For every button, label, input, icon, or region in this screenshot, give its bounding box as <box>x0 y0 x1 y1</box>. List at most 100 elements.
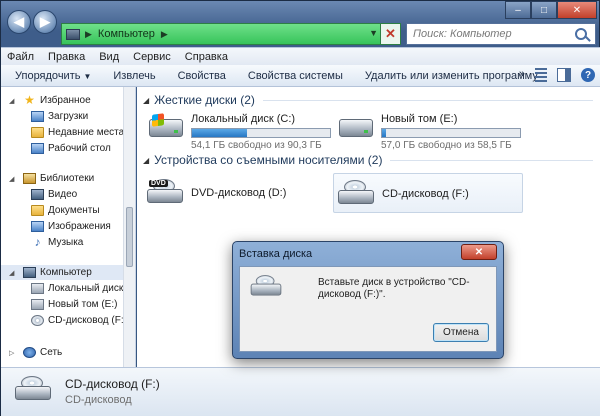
eject-button[interactable]: Извлечь <box>113 70 155 82</box>
dialog-title: Вставка диска <box>239 248 313 260</box>
capacity-bar <box>381 128 521 138</box>
expand-triangle-icon[interactable]: ◢ <box>9 269 14 277</box>
capacity-bar-fill <box>382 129 386 137</box>
navigation-bar: – □ ✕ ◀ ▶ ▶ Компьютер ▶ ▼ ✕ Поиск: Компь… <box>1 1 600 45</box>
address-stop-button[interactable]: ✕ <box>380 24 400 44</box>
sidebar-group-network[interactable]: ▷ Сеть <box>1 345 124 360</box>
drive-led <box>174 130 178 133</box>
maximize-button[interactable]: □ <box>531 1 557 19</box>
sidebar-item-label: Документы <box>48 205 100 216</box>
dialog-body: Вставьте диск в устройство "CD-дисковод … <box>239 266 497 352</box>
organize-label: Упорядочить <box>15 69 81 82</box>
view-controls: » ? <box>509 68 595 82</box>
breadcrumb-arrow-icon[interactable]: ▶ <box>161 29 168 40</box>
close-window-button[interactable]: ✕ <box>557 1 597 19</box>
forward-button[interactable]: ▶ <box>33 10 57 34</box>
sidebar-item-label: CD-дисковод (F:) <box>48 315 124 326</box>
sidebar-item-label: Музыка <box>48 237 84 248</box>
sidebar-item-music[interactable]: ♪ Музыка <box>1 235 124 250</box>
explorer-window: – □ ✕ ◀ ▶ ▶ Компьютер ▶ ▼ ✕ Поиск: Компь… <box>0 0 600 416</box>
sidebar-group-label: Компьютер <box>40 267 92 278</box>
menu-view[interactable]: Вид <box>99 51 119 63</box>
sidebar-item-video[interactable]: Видео <box>1 187 124 202</box>
command-bar: Упорядочить ▼ Извлечь Свойства Свойства с… <box>1 65 600 87</box>
sidebar-item-drive-c[interactable]: Локальный диск (C:) <box>1 281 124 296</box>
search-input[interactable]: Поиск: Компьютер <box>413 28 575 40</box>
system-properties-button[interactable]: Свойства системы <box>248 70 343 82</box>
pictures-library-icon <box>31 221 44 232</box>
menu-file[interactable]: Файл <box>7 51 34 63</box>
group-divider <box>390 159 593 161</box>
drive-tray <box>147 189 183 203</box>
drive-name: Новый том (E:) <box>381 113 458 125</box>
sidebar-scroll-thumb[interactable] <box>126 207 133 267</box>
drive-tile-c[interactable]: Локальный диск (C:) 54,1 ГБ свободно из … <box>143 109 333 151</box>
video-library-icon <box>31 189 44 200</box>
address-history-dropdown-icon[interactable]: ▼ <box>369 28 378 38</box>
sidebar-item-label: Локальный диск (C:) <box>48 283 124 294</box>
sidebar-item-drive-f[interactable]: CD-дисковод (F:) <box>1 313 124 328</box>
collapse-triangle-icon[interactable]: ◢ <box>143 96 149 105</box>
sidebar-item-documents[interactable]: Документы <box>1 203 124 218</box>
address-bar[interactable]: ▶ Компьютер ▶ ▼ ✕ <box>61 23 401 45</box>
sidebar-item-pictures[interactable]: Изображения <box>1 219 124 234</box>
menu-bar: Файл Правка Вид Сервис Справка <box>1 47 600 65</box>
minimize-button[interactable]: – <box>505 1 531 19</box>
group-header-removable[interactable]: ◢ Устройства со съемными носителями (2) <box>143 153 593 167</box>
sidebar-item-recent-places[interactable]: Недавние места <box>1 125 124 140</box>
sidebar-group-favorites[interactable]: ◢ ★ Избранное <box>1 93 124 108</box>
search-box[interactable]: Поиск: Компьютер <box>406 23 596 45</box>
more-commands-icon[interactable]: » <box>519 68 525 82</box>
sidebar-group-libraries[interactable]: ◢ Библиотеки <box>1 171 124 186</box>
system-drive-icon <box>149 113 183 137</box>
search-icon[interactable] <box>575 28 587 40</box>
sidebar-group-computer[interactable]: ◢ Компьютер <box>1 265 124 280</box>
cancel-button[interactable]: Отмена <box>433 323 489 342</box>
drive-free-space: 57,0 ГБ свободно из 58,5 ГБ <box>381 140 512 151</box>
expand-triangle-icon[interactable]: ▷ <box>9 349 14 357</box>
drive-name: CD-дисковод (F:) <box>382 188 469 200</box>
dialog-close-button[interactable]: ✕ <box>461 244 497 260</box>
organize-button[interactable]: Упорядочить ▼ <box>15 70 91 82</box>
properties-button[interactable]: Свойства <box>178 70 226 82</box>
drive-tile-d[interactable]: DVD DVD-дисковод (D:) <box>143 173 333 213</box>
expand-triangle-icon[interactable]: ◢ <box>9 175 14 183</box>
menu-edit[interactable]: Правка <box>48 51 85 63</box>
sidebar-scrollbar[interactable] <box>123 87 135 367</box>
change-view-icon[interactable] <box>535 68 547 82</box>
drive-tile-e[interactable]: Новый том (E:) 57,0 ГБ свободно из 58,5 … <box>333 109 523 151</box>
menu-help[interactable]: Справка <box>185 51 228 63</box>
drive-tile-f[interactable]: CD-дисковод (F:) <box>333 173 523 213</box>
back-button[interactable]: ◀ <box>7 10 31 34</box>
chevron-down-icon: ▼ <box>83 71 92 81</box>
music-note-icon: ♪ <box>34 235 41 249</box>
dvd-drive-icon: DVD <box>147 179 183 205</box>
sidebar-item-drive-e[interactable]: Новый том (E:) <box>1 297 124 312</box>
help-icon[interactable]: ? <box>581 68 595 82</box>
cd-drive-icon <box>15 376 51 402</box>
sidebar-item-label: Изображения <box>48 221 111 232</box>
preview-pane-icon[interactable] <box>557 68 571 82</box>
breadcrumb-computer[interactable]: Компьютер <box>98 28 155 40</box>
breadcrumb-separator-icon[interactable]: ▶ <box>85 29 92 40</box>
dvd-badge: DVD <box>149 180 168 187</box>
sidebar-group-label: Избранное <box>40 95 91 106</box>
drive-name: DVD-дисковод (D:) <box>191 187 287 199</box>
group-header-hard-disks[interactable]: ◢ Жесткие диски (2) <box>143 93 593 107</box>
sidebar-item-downloads[interactable]: Загрузки <box>1 109 124 124</box>
drive-tray <box>338 190 374 204</box>
sidebar-item-label: Рабочий стол <box>48 143 111 154</box>
drive-led <box>364 130 368 133</box>
hard-drive-icon <box>31 283 44 294</box>
expand-triangle-icon[interactable]: ◢ <box>9 97 14 105</box>
sidebar-item-desktop[interactable]: Рабочий стол <box>1 141 124 156</box>
menu-tools[interactable]: Сервис <box>133 51 171 63</box>
details-item-name: CD-дисковод (F:) <box>65 377 160 391</box>
desktop-icon <box>31 143 44 154</box>
collapse-triangle-icon[interactable]: ◢ <box>143 156 149 165</box>
navigation-pane: ◢ ★ Избранное Загрузки Недавние места Ра… <box>1 87 136 367</box>
arrow-left-icon: ◀ <box>14 14 24 29</box>
group-header-label: Жесткие диски (2) <box>154 93 255 107</box>
cd-drive-icon <box>250 275 282 297</box>
computer-icon <box>66 28 80 40</box>
